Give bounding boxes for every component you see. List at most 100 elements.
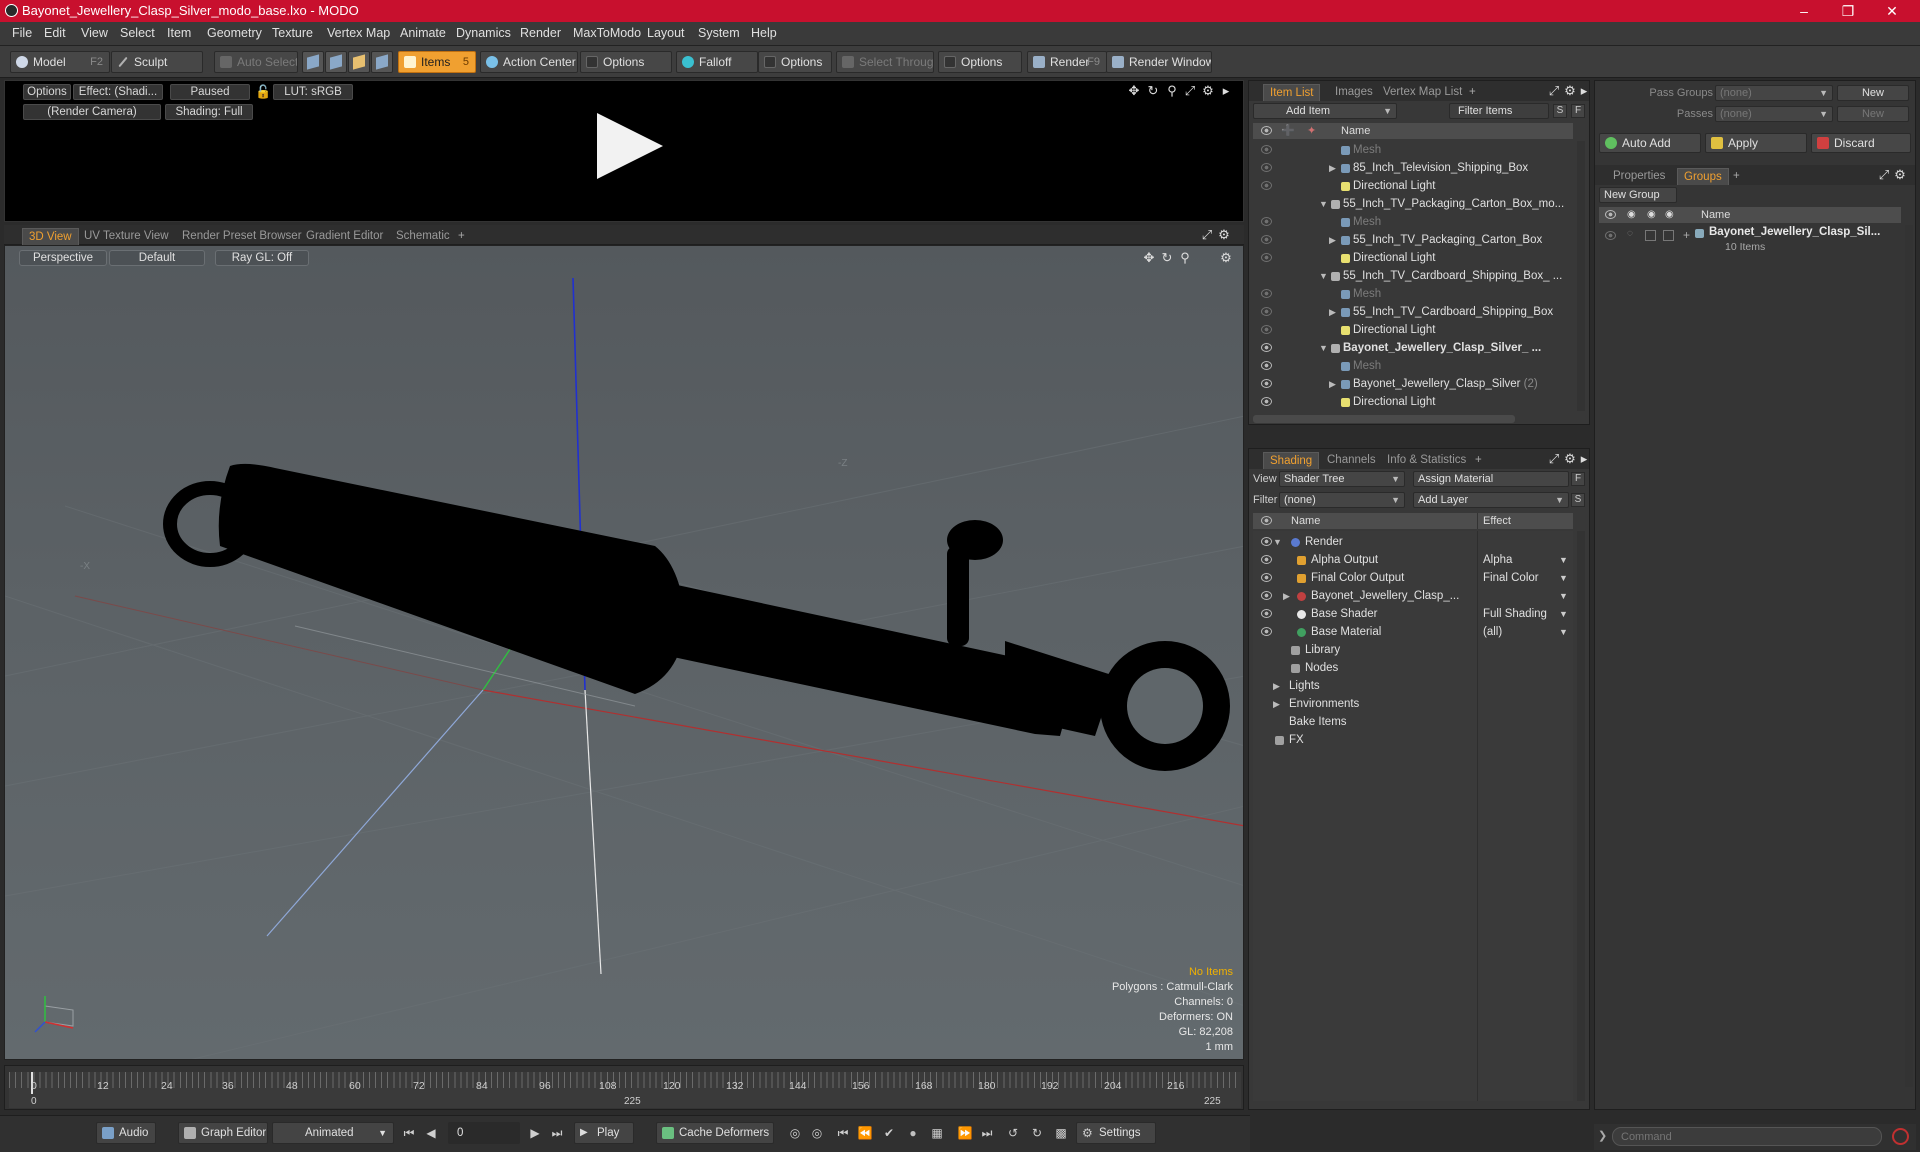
restore-icon[interactable]: ❐ bbox=[1826, 0, 1870, 22]
chevron-down-icon[interactable]: ▼ bbox=[1559, 551, 1568, 569]
loop-icon[interactable]: ↺ bbox=[1004, 1124, 1022, 1142]
render-toggle-icon[interactable]: ◌ bbox=[1627, 228, 1633, 239]
select-through-button[interactable]: Select Through bbox=[836, 51, 934, 73]
command-input[interactable] bbox=[1612, 1127, 1882, 1146]
item-list-row[interactable]: Mesh bbox=[1253, 285, 1573, 303]
eye-icon[interactable] bbox=[1261, 253, 1272, 262]
zoom-icon[interactable]: ⚲ bbox=[1178, 251, 1192, 265]
item-list-row[interactable]: ▼ 55_Inch_TV_Packaging_Carton_Box_mo... bbox=[1253, 195, 1573, 213]
shader-tree-row[interactable]: Base Material (all) ▼ bbox=[1253, 623, 1573, 641]
tab-vertex-map-list[interactable]: Vertex Map List bbox=[1377, 84, 1468, 101]
add-item-dropdown[interactable]: Add Item ▼ bbox=[1253, 103, 1397, 119]
item-list-row[interactable]: ▼ 55_Inch_TV_Cardboard_Shipping_Box_ ... bbox=[1253, 267, 1573, 285]
item-list-row[interactable]: ▼ Bayonet_Jewellery_Clasp_Silver_ ... bbox=[1253, 339, 1573, 357]
timeline[interactable]: 0 12 24 36 48 60 72 84 96 108 120 132 14… bbox=[4, 1065, 1244, 1110]
chevron-down-icon[interactable]: ▼ bbox=[1559, 605, 1568, 623]
tab-shading[interactable]: Shading bbox=[1263, 452, 1320, 469]
sculpt-mode-button[interactable]: Sculpt bbox=[111, 51, 203, 73]
eye-icon[interactable] bbox=[1261, 181, 1272, 190]
vertical-scrollbar[interactable] bbox=[1577, 141, 1585, 411]
menu-edit[interactable]: Edit bbox=[44, 26, 66, 40]
play-button[interactable]: ▶ Play bbox=[574, 1122, 634, 1144]
menu-select[interactable]: Select bbox=[120, 26, 155, 40]
render-button[interactable]: Render F9 bbox=[1027, 51, 1107, 73]
horizontal-scrollbar[interactable] bbox=[1253, 415, 1515, 423]
collapse-arrow-icon[interactable]: ▼ bbox=[1273, 533, 1282, 551]
minimize-icon[interactable]: – bbox=[1782, 0, 1826, 22]
menu-view[interactable]: View bbox=[81, 26, 108, 40]
expand-arrow-icon[interactable]: ▶ bbox=[1273, 695, 1280, 713]
new-pass-group-button[interactable]: New bbox=[1837, 85, 1909, 101]
select-edges-button[interactable] bbox=[325, 51, 347, 73]
tab-properties[interactable]: Properties bbox=[1607, 168, 1671, 185]
maximize-icon[interactable]: ⤢ bbox=[1547, 84, 1561, 98]
eye-icon[interactable] bbox=[1261, 235, 1272, 244]
add-tab-icon[interactable]: + bbox=[452, 228, 471, 245]
expand-arrow-icon[interactable]: ▶ bbox=[1329, 159, 1336, 177]
chevron-down-icon[interactable]: ▼ bbox=[1559, 587, 1568, 605]
shading-s-button[interactable]: S bbox=[1571, 493, 1585, 507]
play-icon[interactable] bbox=[597, 113, 663, 179]
eye-icon[interactable] bbox=[1261, 555, 1272, 564]
graph-editor-button[interactable]: Graph Editor bbox=[178, 1122, 268, 1144]
item-list-row[interactable]: ▶ 55_Inch_TV_Cardboard_Shipping_Box bbox=[1253, 303, 1573, 321]
filter-f-button[interactable]: F bbox=[1571, 104, 1585, 118]
collapse-arrow-icon[interactable]: ▼ bbox=[1319, 267, 1328, 285]
filter-items-input[interactable]: Filter Items bbox=[1449, 103, 1549, 119]
item-list-row[interactable]: ▶ 55_Inch_TV_Packaging_Carton_Box bbox=[1253, 231, 1573, 249]
arrow-right-icon[interactable]: ▸ bbox=[1219, 84, 1233, 98]
lock-checkbox[interactable] bbox=[1645, 230, 1656, 241]
menu-texture[interactable]: Texture bbox=[272, 26, 313, 40]
options-icon[interactable]: ▩ bbox=[1052, 1124, 1070, 1142]
tab-images[interactable]: Images bbox=[1329, 84, 1379, 101]
tab-uv-texture-view[interactable]: UV Texture View bbox=[78, 228, 175, 245]
shader-tree-row[interactable]: ▼ Render bbox=[1253, 533, 1573, 551]
eye-icon[interactable] bbox=[1261, 217, 1272, 226]
frame-input[interactable]: 0 bbox=[448, 1122, 520, 1144]
lock-column-icon[interactable]: ◉ bbox=[1647, 207, 1656, 223]
menu-render[interactable]: Render bbox=[520, 26, 561, 40]
expand-arrow-icon[interactable]: ▶ bbox=[1283, 587, 1290, 605]
tab-gradient-editor[interactable]: Gradient Editor bbox=[300, 228, 389, 245]
action-center-options-button[interactable]: Options bbox=[580, 51, 672, 73]
item-list-row[interactable]: Mesh bbox=[1253, 141, 1573, 159]
expand-arrow-icon[interactable]: ▶ bbox=[1329, 303, 1336, 321]
raygl-dropdown[interactable]: Ray GL: Off bbox=[215, 250, 309, 266]
item-list-row[interactable]: ▶ Bayonet_Jewellery_Clasp_Silver (2) bbox=[1253, 375, 1573, 393]
tab-groups[interactable]: Groups bbox=[1677, 168, 1729, 185]
tab-schematic[interactable]: Schematic bbox=[390, 228, 456, 245]
prev-key-icon[interactable]: ⏮ bbox=[834, 1124, 852, 1142]
record-icon[interactable]: ● bbox=[904, 1124, 922, 1142]
tab-channels[interactable]: Channels bbox=[1321, 452, 1382, 469]
preview-camera-dropdown[interactable]: (Render Camera) bbox=[23, 104, 161, 120]
step-back-icon[interactable]: ◀ bbox=[422, 1124, 440, 1142]
menu-dynamics[interactable]: Dynamics bbox=[456, 26, 511, 40]
eye-icon[interactable] bbox=[1605, 231, 1616, 240]
eye-icon[interactable] bbox=[1261, 361, 1272, 370]
loop-icon[interactable]: ↻ bbox=[1028, 1124, 1046, 1142]
cache-deformers-button[interactable]: Cache Deformers bbox=[656, 1122, 774, 1144]
menu-help[interactable]: Help bbox=[751, 26, 777, 40]
item-list-row[interactable]: Directional Light bbox=[1253, 393, 1573, 411]
gear-icon[interactable]: ⚙ bbox=[1217, 228, 1231, 242]
expand-plus-icon[interactable]: + bbox=[1683, 228, 1690, 242]
passes-dropdown[interactable]: (none) ▼ bbox=[1715, 106, 1833, 122]
effect-value[interactable]: Alpha bbox=[1483, 551, 1512, 569]
step-forward-icon[interactable]: ▶ bbox=[526, 1124, 544, 1142]
eye-icon[interactable] bbox=[1261, 126, 1272, 135]
shader-tree-row[interactable]: ▶ Lights bbox=[1253, 677, 1573, 695]
select-through-options-button[interactable]: Options bbox=[938, 51, 1022, 73]
zoom-icon[interactable]: ⚲ bbox=[1165, 84, 1179, 98]
shader-tree-row[interactable]: Alpha Output Alpha ▼ bbox=[1253, 551, 1573, 569]
maximize-icon[interactable]: ⤢ bbox=[1200, 228, 1214, 242]
shader-tree-row[interactable]: Base Shader Full Shading ▼ bbox=[1253, 605, 1573, 623]
maximize-icon[interactable]: ⤢ bbox=[1547, 452, 1561, 466]
preview-shading-dropdown[interactable]: Shading: Full bbox=[165, 104, 253, 120]
pass-groups-dropdown[interactable]: (none) ▼ bbox=[1715, 85, 1833, 101]
effect-column-header[interactable]: Effect bbox=[1483, 513, 1511, 529]
name-column-header[interactable]: Name bbox=[1291, 513, 1320, 529]
items-mode-button[interactable]: Items 5 bbox=[398, 51, 476, 73]
shader-tree-row[interactable]: Library bbox=[1253, 641, 1573, 659]
collapse-arrow-icon[interactable]: ▼ bbox=[1319, 195, 1328, 213]
item-list-row[interactable]: Mesh bbox=[1253, 357, 1573, 375]
